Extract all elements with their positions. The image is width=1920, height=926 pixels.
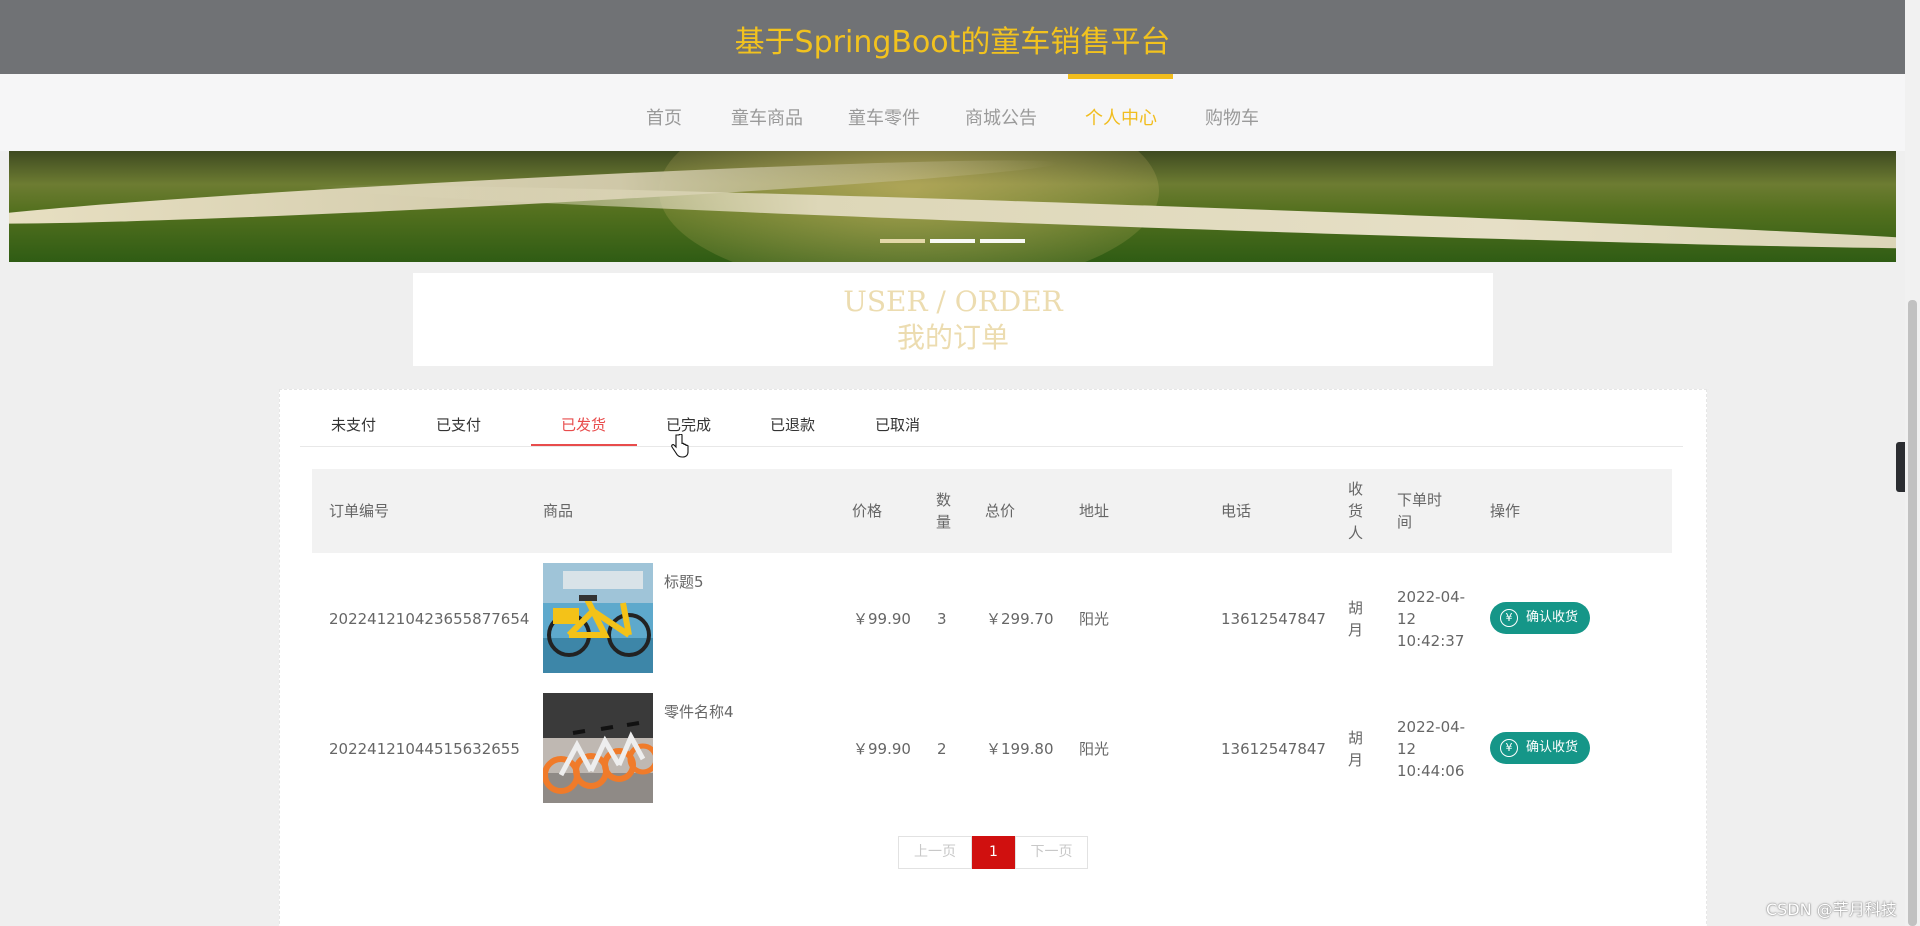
prev-page-button[interactable]: 上一页 [898,836,972,869]
order-number: 20224121044515632655 [329,740,520,758]
order-date: 2022-04-12 [1397,718,1466,758]
confirm-receipt-label: 确认收货 [1526,610,1579,625]
yen-icon: ¥ [1500,609,1518,627]
confirm-receipt-button[interactable]: ¥ 确认收货 [1490,602,1590,634]
product-name: 零件名称4 [664,703,734,721]
address: 阳光 [1079,610,1110,628]
th-order-time: 下单时间 [1397,491,1443,531]
tab-unpaid[interactable]: 未支付 [331,414,376,435]
banner-carousel [9,151,1896,262]
heading-chinese: 我的订单 [896,321,1009,354]
main-nav: 首页 童车商品 童车零件 商城公告 个人中心 购物车 [0,74,1905,151]
carousel-dot-2[interactable] [930,239,975,243]
orange-bikes-image[interactable] [543,693,653,803]
product-name: 标题5 [664,573,704,591]
nav-item-stroller-parts[interactable]: 童车零件 [848,104,920,130]
th-action: 操作 [1490,502,1521,520]
total-price: ￥299.70 [986,610,1054,628]
site-title: 基于SpringBoot的童车销售平台 [734,25,1171,60]
order-number: 202241210423655877654 [329,610,530,628]
nav-item-home[interactable]: 首页 [646,104,682,130]
table-row: 202241210423655877654 标题5 ￥99.90 3 ￥299.… [312,553,1672,683]
watermark: CSDN @芊月科技 [1766,900,1897,919]
confirm-receipt-button[interactable]: ¥ 确认收货 [1490,732,1590,764]
page-number-button[interactable]: 1 [972,836,1015,869]
tab-cancelled[interactable]: 已取消 [875,414,920,435]
site-header: 基于SpringBoot的童车销售平台 [0,0,1905,74]
th-qty: 数量 [936,491,952,531]
th-order-no: 订单编号 [329,502,390,520]
order-date: 2022-04-12 [1397,588,1466,628]
table-row: 20224121044515632655 零件名称4 ￥99.90 2 ￥199… [312,683,1672,813]
page-scrollbar[interactable] [1905,0,1920,926]
tab-shipped[interactable]: 已发货 [561,414,606,435]
unit-price: ￥99.90 [853,740,911,758]
tab-active-underline [531,444,637,446]
quantity: 3 [937,610,947,628]
receiver: 胡月 [1348,599,1364,639]
scrollbar-thumb[interactable] [1908,300,1917,926]
nav-item-stroller-products[interactable]: 童车商品 [731,104,803,130]
th-receiver: 收货人 [1348,480,1364,542]
nav-item-personal-center[interactable]: 个人中心 [1085,104,1157,130]
quantity: 2 [937,740,947,758]
th-total: 总价 [985,502,1016,520]
next-page-button[interactable]: 下一页 [1015,836,1088,869]
carousel-dot-1[interactable] [880,239,925,243]
tab-completed[interactable]: 已完成 [666,414,711,435]
address: 阳光 [1079,740,1110,758]
th-phone: 电话 [1221,502,1252,520]
phone: 13612547847 [1221,740,1326,758]
order-clock: 10:42:37 [1397,632,1465,650]
th-product: 商品 [543,502,574,520]
section-heading: USER / ORDER 我的订单 [413,273,1493,366]
tab-refunded[interactable]: 已退款 [770,414,815,435]
th-address: 地址 [1079,502,1110,520]
phone: 13612547847 [1221,610,1326,628]
total-price: ￥199.80 [986,740,1054,758]
receiver: 胡月 [1348,729,1364,769]
th-price: 价格 [852,502,883,520]
nav-item-announcements[interactable]: 商城公告 [965,104,1037,130]
carousel-dot-3[interactable] [980,239,1025,243]
order-status-tabs: 未支付 已支付 已发货 已完成 已退款 已取消 [300,390,1683,447]
carousel-indicators [880,228,1030,247]
confirm-receipt-label: 确认收货 [1526,740,1579,755]
table-header: 订单编号 商品 价格 数量 总价 地址 电话 收货人 下单时间 操作 [312,469,1672,553]
tab-paid[interactable]: 已支付 [436,414,481,435]
nav-active-indicator [1068,74,1173,79]
heading-english: USER / ORDER [843,285,1063,318]
yellow-bike-image[interactable] [543,563,653,673]
nav-item-cart[interactable]: 购物车 [1205,104,1259,130]
orders-table: 订单编号 商品 价格 数量 总价 地址 电话 收货人 下单时间 操作 20224… [312,469,1672,813]
unit-price: ￥99.90 [853,610,911,628]
hand-cursor-icon [671,434,689,458]
order-clock: 10:44:06 [1397,762,1465,780]
yen-icon: ¥ [1500,739,1518,757]
